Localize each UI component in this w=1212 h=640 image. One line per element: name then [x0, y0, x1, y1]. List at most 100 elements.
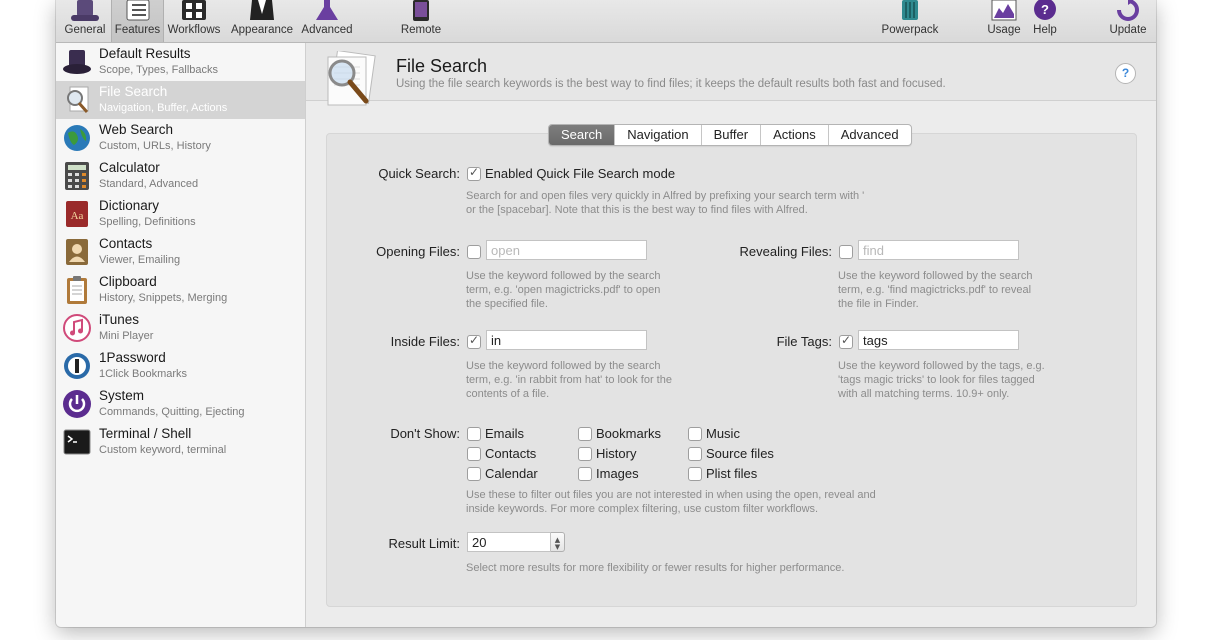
sidebar-item-subtitle: History, Snippets, Merging [99, 292, 228, 304]
dont-show-contacts-checkbox[interactable] [467, 447, 481, 461]
dont-show-history-label[interactable]: History [596, 446, 636, 461]
update-icon [1117, 0, 1139, 21]
toolbar-general-button[interactable]: General [60, 0, 110, 42]
dont-show-emails-checkbox[interactable] [467, 427, 481, 441]
toolbar-label: Usage [987, 24, 1021, 36]
toolbar-powerpack-button[interactable]: Powerpack [876, 0, 944, 42]
onepassword-icon [64, 353, 90, 379]
dont-show-contacts-label[interactable]: Contacts [485, 446, 536, 461]
main-content: File Search Using the file search keywor… [306, 43, 1156, 627]
opening-files-keyword-input[interactable] [486, 240, 647, 260]
dont-show-help-1: Use these to filter out files you are no… [466, 489, 876, 501]
workflows-grid-icon [182, 0, 206, 20]
sidebar-item-file-search[interactable]: File Search Navigation, Buffer, Actions [56, 81, 305, 119]
inside-files-help-1: Use the keyword followed by the search [466, 360, 661, 372]
tab-actions[interactable]: Actions [761, 125, 829, 145]
sidebar-item-clipboard[interactable]: Clipboard History, Snippets, Merging [56, 271, 305, 309]
tab-navigation[interactable]: Navigation [615, 125, 702, 145]
calculator-icon [65, 162, 89, 190]
sidebar-item-calculator[interactable]: Calculator Standard, Advanced [56, 157, 305, 195]
sidebar-item-default-results[interactable]: Default Results Scope, Types, Fallbacks [56, 43, 305, 81]
dont-show-source-files-label[interactable]: Source files [706, 446, 774, 461]
file-tags-keyword-input[interactable] [858, 330, 1019, 350]
dont-show-bookmarks-label[interactable]: Bookmarks [596, 426, 661, 441]
itunes-note-icon [63, 314, 91, 342]
quick-search-checkbox-label[interactable]: Enabled Quick File Search mode [485, 166, 675, 181]
stepper-down-icon[interactable]: ▼ [551, 543, 564, 551]
opening-files-help-3: the specified file. [466, 298, 548, 310]
toolbar-help-button[interactable]: ? Help [1026, 0, 1064, 42]
dont-show-emails-label[interactable]: Emails [485, 426, 524, 441]
toolbar-label: Update [1109, 24, 1147, 36]
toolbar-label: General [64, 24, 106, 36]
sidebar-item-subtitle: Commands, Quitting, Ejecting [99, 406, 245, 418]
dont-show-music-label[interactable]: Music [706, 426, 740, 441]
sidebar-item-terminal[interactable]: Terminal / Shell Custom keyword, termina… [56, 423, 305, 461]
sidebar-item-system[interactable]: System Commands, Quitting, Ejecting [56, 385, 305, 423]
inside-files-keyword-input[interactable] [486, 330, 647, 350]
sidebar-item-itunes[interactable]: iTunes Mini Player [56, 309, 305, 347]
magnifier-document-icon [67, 86, 89, 113]
opening-files-label: Opening Files: [376, 244, 460, 259]
dont-show-plist-files-checkbox[interactable] [688, 467, 702, 481]
dont-show-history-checkbox[interactable] [578, 447, 592, 461]
quick-search-help-2: or the [spacebar]. Note that this is the… [466, 204, 808, 216]
sidebar-item-1password[interactable]: 1Password 1Click Bookmarks [56, 347, 305, 385]
quick-search-checkbox[interactable] [467, 165, 481, 181]
sidebar-item-title: Clipboard [99, 274, 157, 289]
dont-show-plist-files-label[interactable]: Plist files [706, 466, 757, 481]
dont-show-music-checkbox[interactable] [688, 427, 702, 441]
settings-panel: Quick Search: Enabled Quick File Search … [326, 133, 1137, 607]
dont-show-label: Don't Show: [390, 426, 460, 441]
dont-show-source-files-checkbox[interactable] [688, 447, 702, 461]
toolbar-appearance-button[interactable]: Appearance [226, 0, 298, 42]
dont-show-images-checkbox[interactable] [578, 467, 592, 481]
sidebar-item-subtitle: Scope, Types, Fallbacks [99, 64, 219, 76]
toolbar-advanced-button[interactable]: Advanced [298, 0, 356, 42]
dictionary-icon: Aa [66, 201, 88, 227]
hat-icon [71, 0, 99, 21]
help-button[interactable]: ? [1115, 63, 1136, 84]
sidebar-item-dictionary[interactable]: Aa Dictionary Spelling, Definitions [56, 195, 305, 233]
sidebar-item-title: iTunes [99, 312, 140, 327]
sidebar-item-web-search[interactable]: Web Search Custom, URLs, History [56, 119, 305, 157]
toolbar-label: Features [114, 24, 161, 36]
tab-advanced[interactable]: Advanced [829, 125, 911, 145]
hat-icon [63, 50, 91, 74]
dont-show-calendar-checkbox[interactable] [467, 467, 481, 481]
tuxedo-icon [250, 0, 274, 20]
toolbar-label: Advanced [301, 24, 353, 36]
sidebar-item-subtitle: Standard, Advanced [99, 178, 199, 190]
tab-buffer[interactable]: Buffer [702, 125, 762, 145]
opening-files-checkbox[interactable] [467, 245, 481, 259]
opening-files-help-1: Use the keyword followed by the search [466, 270, 661, 282]
toolbar-update-button[interactable]: Update [1104, 0, 1152, 42]
sidebar-item-subtitle: Viewer, Emailing [99, 254, 181, 266]
page-description: Using the file search keywords is the be… [396, 78, 946, 90]
result-limit-stepper[interactable]: ▲ ▼ [551, 532, 565, 552]
result-limit-input[interactable] [467, 532, 551, 552]
tab-search[interactable]: Search [549, 125, 616, 145]
dont-show-bookmarks-checkbox[interactable] [578, 427, 592, 441]
toolbar-label: Help [1033, 24, 1057, 36]
sidebar-item-contacts[interactable]: Contacts Viewer, Emailing [56, 233, 305, 271]
quick-search-label: Quick Search: [378, 166, 460, 181]
preferences-window: General Features Workflows Appearance Ad… [56, 0, 1156, 627]
toolbar: General Features Workflows Appearance Ad… [56, 0, 1156, 43]
sidebar-item-title: Contacts [99, 236, 153, 251]
toolbar-workflows-button[interactable]: Workflows [164, 0, 224, 42]
dont-show-help-2: inside keywords. For more complex filter… [466, 503, 819, 515]
tablet-icon [413, 0, 429, 21]
revealing-files-help-2: term, e.g. 'find magictricks.pdf' to rev… [838, 284, 1032, 296]
toolbar-remote-button[interactable]: Remote [396, 0, 446, 42]
revealing-files-checkbox[interactable] [839, 245, 853, 259]
inside-files-checkbox[interactable] [467, 333, 481, 349]
dont-show-calendar-label[interactable]: Calendar [485, 466, 538, 481]
toolbar-usage-button[interactable]: Usage [984, 0, 1024, 42]
usage-chart-icon [991, 0, 1017, 21]
dont-show-images-label[interactable]: Images [596, 466, 639, 481]
revealing-files-keyword-input[interactable] [858, 240, 1019, 260]
globe-icon [64, 125, 90, 151]
file-tags-checkbox[interactable] [839, 333, 853, 349]
toolbar-features-button[interactable]: Features [111, 0, 164, 42]
